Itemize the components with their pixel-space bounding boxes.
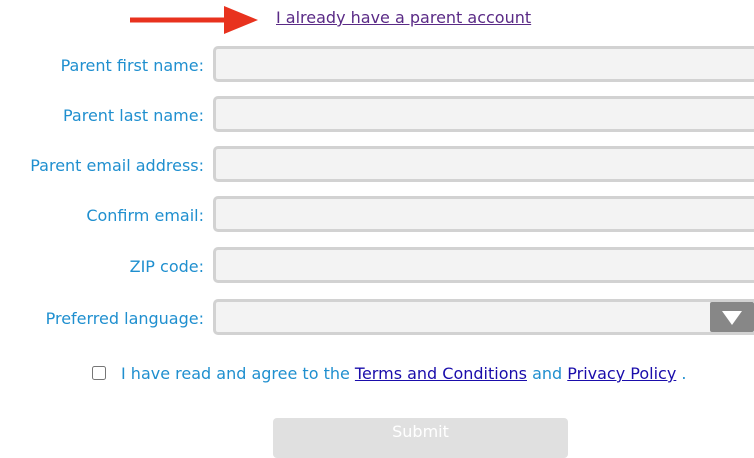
email-input[interactable] <box>213 146 754 182</box>
caret-triangle <box>722 311 742 325</box>
language-select-value[interactable] <box>213 299 754 335</box>
last-name-input[interactable] <box>213 96 754 132</box>
agreement-prefix: I have read and agree to the <box>121 364 355 383</box>
form-row-confirm-email: Confirm email: <box>0 196 754 236</box>
agreement-suffix: . <box>676 364 687 383</box>
confirm-email-input[interactable] <box>213 196 754 232</box>
email-label: Parent email address: <box>30 156 204 175</box>
red-arrow-icon <box>130 4 262 36</box>
terms-link[interactable]: Terms and Conditions <box>355 364 527 383</box>
last-name-label: Parent last name: <box>62 106 204 125</box>
red-arrow-icon-svg <box>130 6 258 34</box>
confirm-email-label: Confirm email: <box>86 206 204 225</box>
first-name-input[interactable] <box>213 46 754 82</box>
dropdown-caret-icon[interactable] <box>710 302 754 332</box>
agreement-text: I have read and agree to the Terms and C… <box>121 362 686 386</box>
arrow-head <box>224 6 258 34</box>
submit-button[interactable]: Submit <box>273 418 568 458</box>
agree-checkbox[interactable] <box>92 366 106 380</box>
form-row-email: Parent email address: <box>0 146 754 186</box>
language-select[interactable] <box>213 299 754 335</box>
form-row-first-name: Parent first name: <box>0 46 754 86</box>
zip-label: ZIP code: <box>129 257 204 276</box>
form-row-last-name: Parent last name: <box>0 96 754 136</box>
zip-input[interactable] <box>213 247 754 283</box>
language-label: Preferred language: <box>45 309 204 328</box>
privacy-policy-link[interactable]: Privacy Policy <box>567 364 676 383</box>
form-row-language: Preferred language: <box>0 299 754 339</box>
first-name-label: Parent first name: <box>60 56 204 75</box>
agreement-middle: and <box>526 364 568 383</box>
form-row-zip: ZIP code: <box>0 247 754 287</box>
existing-parent-account-link[interactable]: I already have a parent account <box>276 8 531 27</box>
